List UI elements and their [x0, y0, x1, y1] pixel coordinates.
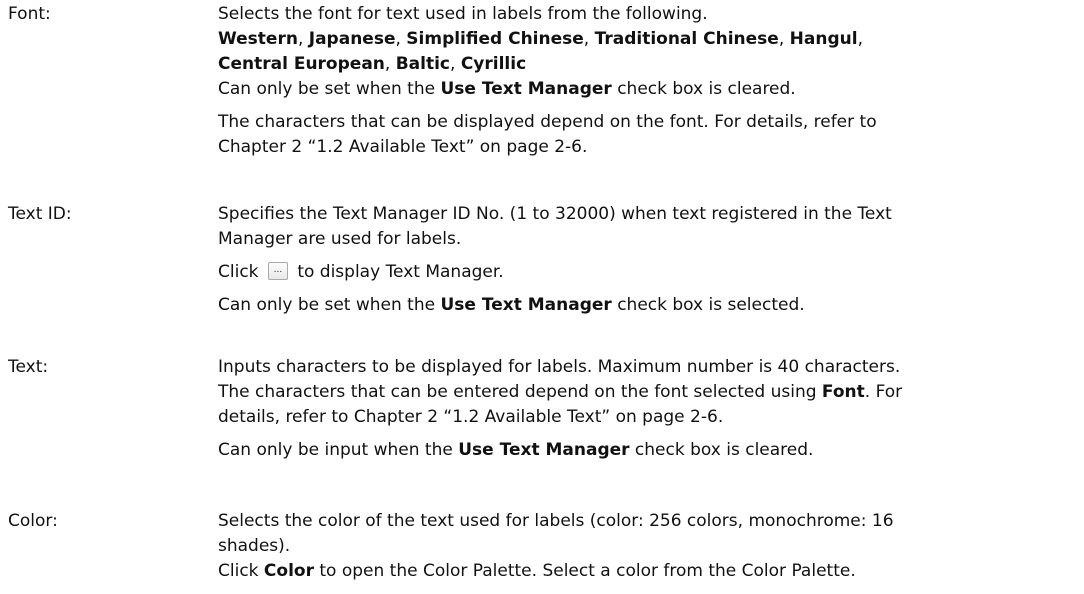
font-description: Selects the font for text used in labels… [218, 2, 1068, 160]
text-id-note: Can only be set when the Use Text Manage… [218, 295, 805, 315]
font-chars-note: The characters that can be displayed dep… [218, 112, 877, 157]
text-term: Text: [8, 357, 49, 377]
color-description: Selects the color of the text used for l… [218, 509, 1068, 584]
font-option-western: Western [218, 29, 298, 49]
color-term: Color: [8, 511, 58, 531]
font-options-line2: Central European, Baltic, Cyrillic [218, 54, 527, 74]
font-option-hangul: Hangul [789, 29, 858, 49]
text-id-desc: Specifies the Text Manager ID No. (1 to … [218, 204, 892, 249]
text-id-description: Specifies the Text Manager ID No. (1 to … [218, 202, 1068, 318]
text-id-click-note: Click ... to display Text Manager. [218, 262, 504, 282]
ellipsis-button-icon[interactable]: ... [267, 262, 288, 280]
text-note: Can only be input when the Use Text Mana… [218, 440, 814, 460]
text-desc: Inputs characters to be displayed for la… [218, 357, 903, 427]
font-option-traditional-chinese: Traditional Chinese [594, 29, 779, 49]
font-option-central-european: Central European [218, 54, 385, 74]
font-intro: Selects the font for text used in labels… [218, 4, 708, 24]
font-option-baltic: Baltic [395, 54, 450, 74]
text-id-term: Text ID: [8, 204, 72, 224]
color-desc: Selects the color of the text used for l… [218, 509, 1068, 584]
text-description: Inputs characters to be displayed for la… [218, 355, 1068, 463]
font-term: Font: [8, 4, 51, 24]
font-option-japanese: Japanese [308, 29, 396, 49]
font-options-line1: Western, Japanese, Simplified Chinese, T… [218, 29, 863, 49]
font-option-simplified-chinese: Simplified Chinese [406, 29, 584, 49]
font-note: Can only be set when the Use Text Manage… [218, 79, 796, 99]
font-option-cyrillic: Cyrillic [460, 54, 527, 74]
color-click-note: Click Color to open the Color Palette. S… [218, 561, 856, 581]
document-page: Font: Selects the font for text used in … [0, 0, 1084, 594]
